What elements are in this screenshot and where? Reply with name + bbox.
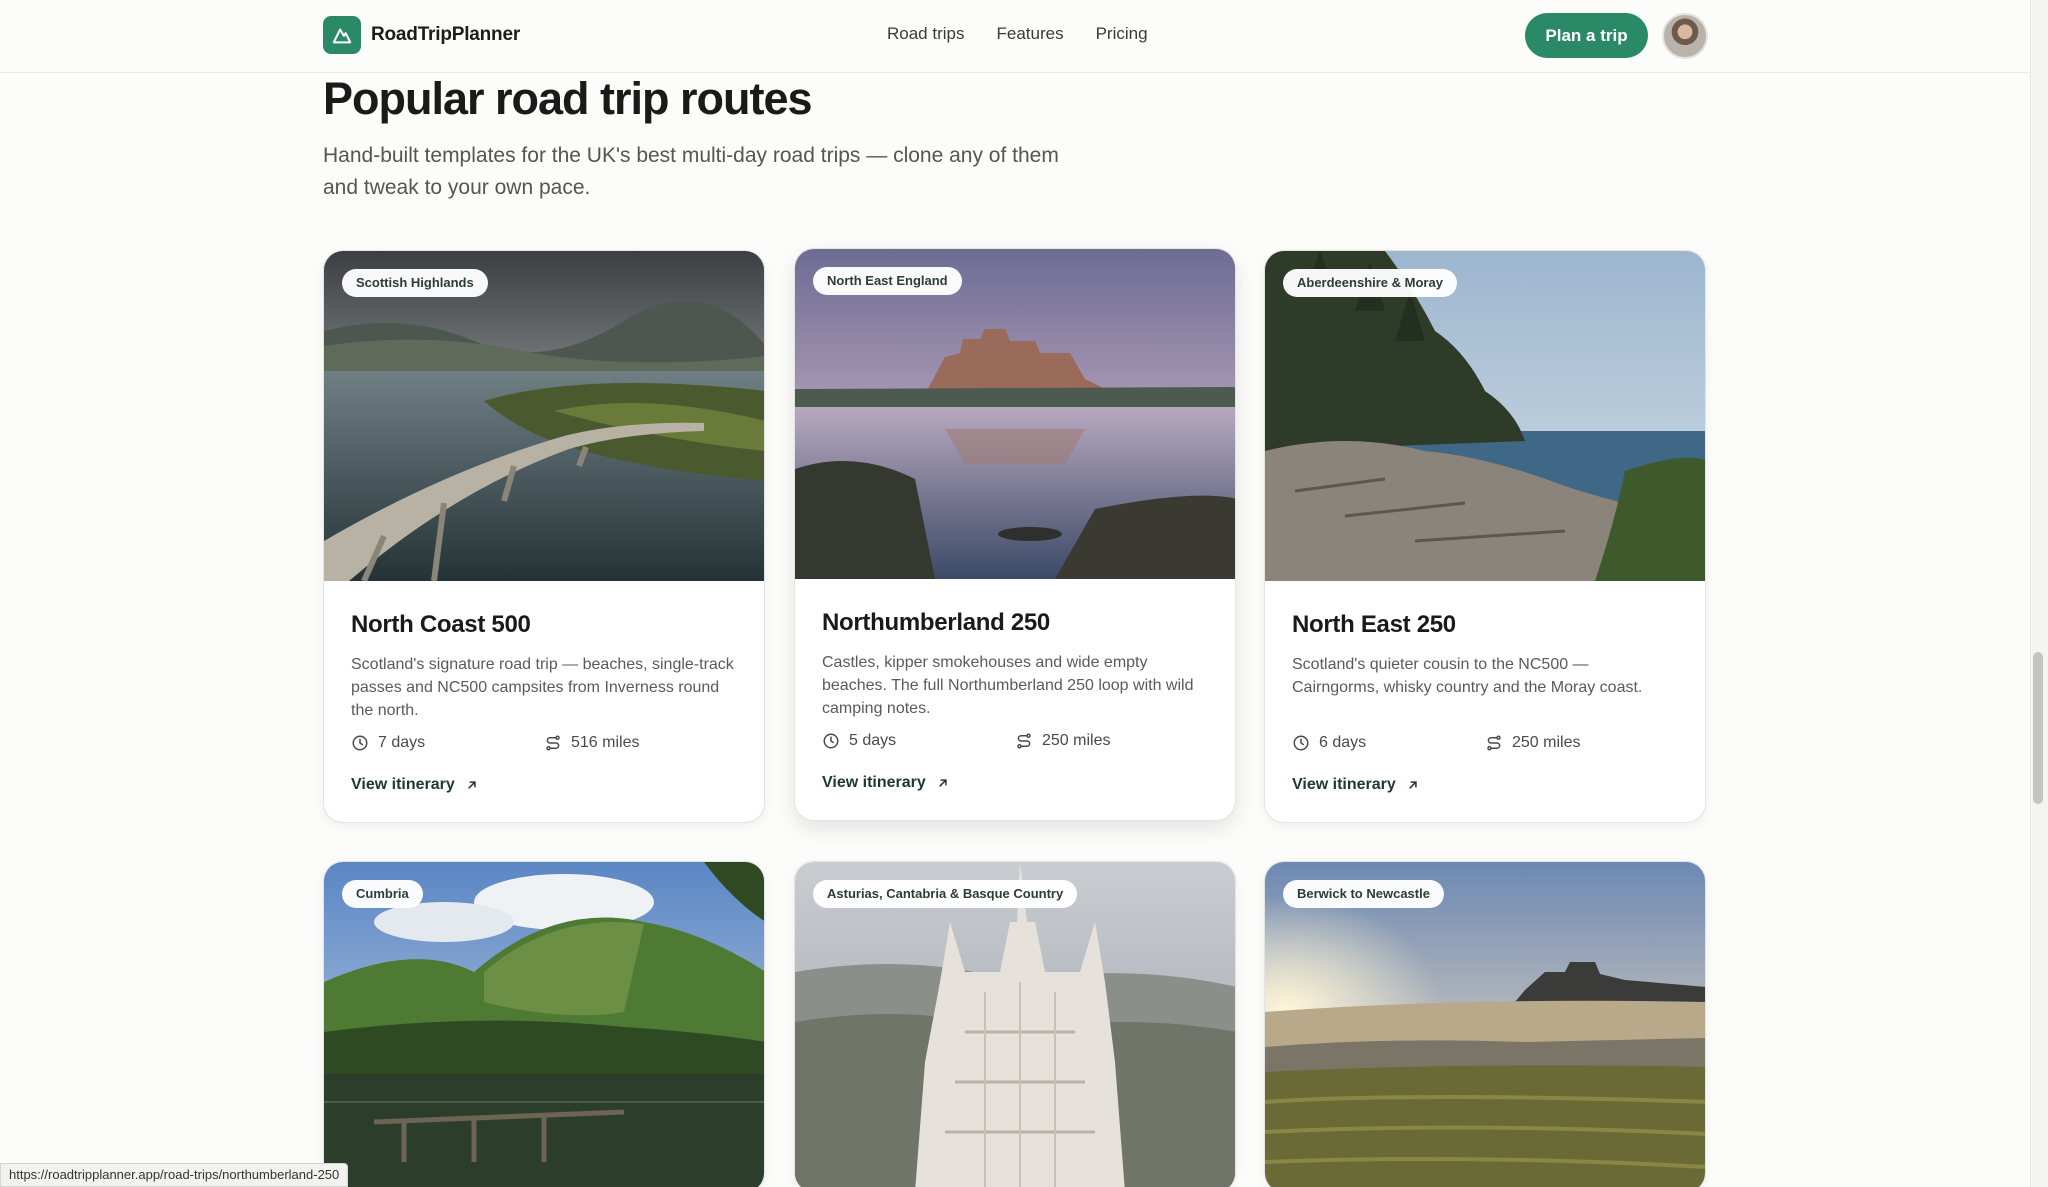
route-image-gothic-church: Asturias, Cantabria & Basque Country <box>795 862 1235 1187</box>
clock-icon <box>1293 735 1309 751</box>
route-card-northumberland-250[interactable]: North East England Northumberland 250 Ca… <box>794 248 1236 821</box>
brand-logo-link[interactable]: RoadTripPlanner <box>323 16 520 54</box>
route-image-rocky-coast: Aberdeenshire & Moray <box>1265 251 1705 581</box>
region-badge: Berwick to Newcastle <box>1283 880 1444 908</box>
card-meta: 7 days 516 miles <box>351 734 737 752</box>
card-description: Castles, kipper smokehouses and wide emp… <box>822 654 1194 717</box>
view-itinerary-link[interactable]: View itinerary <box>351 776 479 794</box>
region-badge: Scottish Highlands <box>342 269 488 297</box>
card-meta: 6 days 250 miles <box>1292 734 1678 752</box>
route-card-cumbria[interactable]: Cumbria <box>323 861 765 1187</box>
scrollbar-track[interactable] <box>2030 0 2048 1187</box>
route-card-asturias-cantabria-basque[interactable]: Asturias, Cantabria & Basque Country <box>794 861 1236 1187</box>
main-nav: Road trips Features Pricing <box>887 24 1148 44</box>
trip-distance: 250 miles <box>1042 732 1111 749</box>
trip-duration: 6 days <box>1319 734 1367 751</box>
arrow-up-right-icon <box>939 779 947 787</box>
arrow-up-right-icon <box>468 781 476 789</box>
nav-pricing[interactable]: Pricing <box>1096 24 1148 44</box>
trip-distance: 516 miles <box>571 734 640 751</box>
page-subtitle: Hand-built templates for the UK's best m… <box>323 144 1059 199</box>
route-image-castle-reflection: North East England <box>795 249 1235 579</box>
region-badge: Asturias, Cantabria & Basque Country <box>813 880 1078 908</box>
mountain-logo-icon <box>323 16 361 54</box>
route-icon <box>1487 735 1501 751</box>
card-meta: 5 days 250 miles <box>822 732 1208 750</box>
card-description: Scotland's signature road trip — beaches… <box>351 656 734 719</box>
card-title: North East 250 <box>1292 611 1456 638</box>
view-itinerary-link[interactable]: View itinerary <box>822 774 950 792</box>
clock-icon <box>823 733 839 749</box>
route-image-lake-mountains: Cumbria <box>324 862 764 1187</box>
view-itinerary-label: View itinerary <box>1292 776 1396 793</box>
trip-duration: 5 days <box>849 732 897 749</box>
nav-road-trips[interactable]: Road trips <box>887 24 964 44</box>
card-title: Northumberland 250 <box>822 609 1050 636</box>
region-badge: North East England <box>813 267 962 295</box>
status-bar-url: https://roadtripplanner.app/road-trips/n… <box>0 1163 349 1187</box>
user-avatar[interactable] <box>1662 13 1708 59</box>
route-image-bridge-loch: Scottish Highlands <box>324 251 764 581</box>
card-description: Scotland's quieter cousin to the NC500 —… <box>1292 656 1643 696</box>
card-title: North Coast 500 <box>351 611 531 638</box>
region-badge: Aberdeenshire & Moray <box>1283 269 1457 297</box>
route-card-north-coast-500[interactable]: Scottish Highlands North Coast 500 Scotl… <box>323 250 765 823</box>
route-icon <box>1017 733 1031 749</box>
brand-name: RoadTripPlanner <box>371 24 521 45</box>
view-itinerary-label: View itinerary <box>351 776 455 793</box>
view-itinerary-link[interactable]: View itinerary <box>1292 776 1420 794</box>
route-image-coastal-sunset: Berwick to Newcastle <box>1265 862 1705 1187</box>
scrollbar-thumb[interactable] <box>2033 652 2043 804</box>
route-card-berwick-to-newcastle[interactable]: Berwick to Newcastle <box>1264 861 1706 1187</box>
view-itinerary-label: View itinerary <box>822 774 926 791</box>
route-icon <box>546 735 560 751</box>
clock-icon <box>352 735 368 751</box>
page-title: Popular road trip routes <box>323 73 813 124</box>
top-nav-bar: RoadTripPlanner Road trips Features Pric… <box>0 0 2030 73</box>
page: RoadTripPlanner Road trips Features Pric… <box>0 0 2048 1187</box>
trip-distance: 250 miles <box>1512 734 1581 751</box>
trip-duration: 7 days <box>378 734 426 751</box>
nav-features[interactable]: Features <box>996 24 1063 44</box>
arrow-up-right-icon <box>1409 781 1417 789</box>
plan-a-trip-button[interactable]: Plan a trip <box>1525 13 1648 58</box>
region-badge: Cumbria <box>342 880 423 908</box>
route-card-north-east-250[interactable]: Aberdeenshire & Moray North East 250 Sco… <box>1264 250 1706 823</box>
